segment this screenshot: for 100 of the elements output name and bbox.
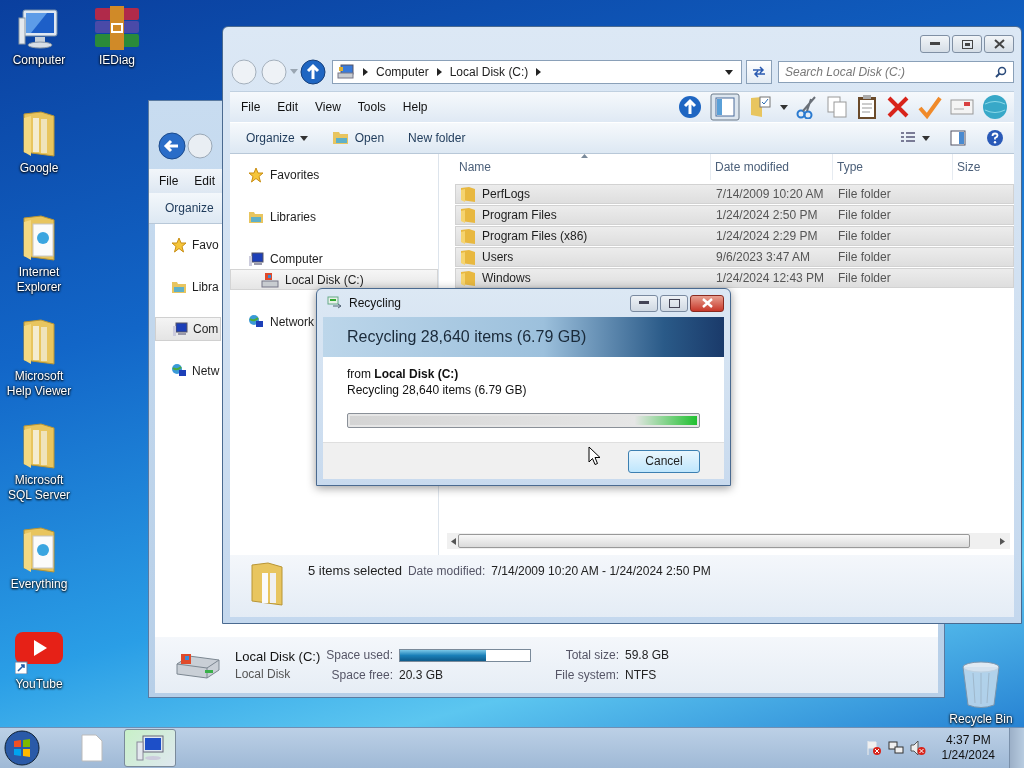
date-cell-text: 1/24/2024 2:29 PM <box>715 229 819 243</box>
menu-item[interactable]: Edit <box>194 174 216 188</box>
back-button[interactable] <box>157 131 187 161</box>
scroll-right-icon[interactable] <box>1000 537 1006 545</box>
horizontal-scrollbar[interactable] <box>447 533 1010 549</box>
maximize-button[interactable] <box>660 294 688 312</box>
column-header[interactable]: Date modified <box>711 154 833 180</box>
field-label: Total size: <box>564 648 619 662</box>
nav-item[interactable]: Computer <box>230 248 438 269</box>
folder-icon[interactable] <box>21 110 57 158</box>
column-header[interactable]: Name <box>455 154 711 180</box>
source-text: from Local Disk (C:) <box>347 367 460 382</box>
column-header[interactable]: Type <box>833 154 953 180</box>
dropdown-icon[interactable] <box>725 69 733 75</box>
refresh-button[interactable] <box>746 60 772 84</box>
nav-item[interactable]: Local Disk (C:) <box>230 269 438 290</box>
desktop-icon-label[interactable]: Microsoft SQL Server <box>2 473 76 503</box>
desktop-icon-label[interactable]: IEDiag <box>80 53 154 68</box>
check-icon[interactable] <box>918 95 942 119</box>
drive-name: Local Disk (C:) <box>235 649 321 664</box>
caret-icon[interactable] <box>922 135 930 141</box>
desktop-icon-label[interactable]: Computer <box>2 53 76 68</box>
nav-item[interactable]: Favo <box>155 233 221 257</box>
menu-item[interactable]: Help <box>402 100 428 114</box>
play-icon[interactable] <box>15 630 63 674</box>
close-button[interactable] <box>690 294 724 312</box>
computer-icon[interactable] <box>17 6 61 50</box>
taskbar-button[interactable] <box>124 729 176 767</box>
view-icon[interactable] <box>900 131 916 145</box>
preview-pane-icon[interactable] <box>950 130 966 146</box>
breadcrumb[interactable]: Local Disk (C:) <box>449 65 529 79</box>
up-button[interactable] <box>300 59 326 85</box>
drive-type: Local Disk <box>235 667 292 681</box>
network-icon[interactable] <box>887 740 904 756</box>
start-button[interactable] <box>4 730 40 766</box>
archive-icon[interactable] <box>93 6 141 50</box>
open-button[interactable]: Open <box>325 128 397 148</box>
nav-item[interactable]: Netw <box>155 359 221 383</box>
folder-icon[interactable] <box>21 526 57 574</box>
file-row[interactable]: Program Files (x86) 1/24/2024 2:29 PM File folder <box>455 226 1014 246</box>
type-cell-text: File folder <box>837 208 892 222</box>
clipboard-icon[interactable] <box>856 94 878 120</box>
nav-item[interactable]: Libra <box>155 275 221 299</box>
help-icon[interactable] <box>986 129 1004 147</box>
clock-date[interactable]: 1/24/2024 <box>941 748 995 763</box>
close-icon <box>993 39 1005 49</box>
folder-icon <box>460 186 476 202</box>
search-field[interactable]: Search Local Disk (C:) <box>778 61 1014 83</box>
nav-item[interactable]: Favorites <box>230 164 438 185</box>
folder-icon[interactable] <box>21 214 57 262</box>
globe-icon[interactable] <box>982 94 1008 120</box>
clock-time[interactable]: 4:37 PM <box>945 733 991 748</box>
cancel-button[interactable]: Cancel <box>628 449 700 473</box>
folder-icon[interactable] <box>21 422 57 470</box>
menu-item[interactable]: View <box>315 100 341 114</box>
address-bar[interactable]: Computer Local Disk (C:) <box>332 60 742 84</box>
file-row[interactable]: PerfLogs 7/14/2009 10:20 AM File folder <box>455 184 1014 204</box>
menu-item[interactable]: File <box>159 174 179 188</box>
muted-speaker-icon[interactable] <box>909 740 926 756</box>
scrollbar-thumb[interactable] <box>457 534 970 548</box>
recycle-bin-icon[interactable] <box>961 661 1001 709</box>
flag-icon[interactable] <box>865 740 882 756</box>
file-name: PerfLogs <box>482 187 531 201</box>
desktop-icon-label[interactable]: Recycle Bin <box>944 712 1018 727</box>
menu-item[interactable]: Tools <box>357 100 386 114</box>
maximize-icon <box>668 298 680 308</box>
globe-icon <box>171 363 187 379</box>
desktop-icon-label[interactable]: Google <box>2 161 76 176</box>
organize-button[interactable]: Organize <box>240 129 320 147</box>
new-folder-button[interactable]: New folder <box>402 129 478 147</box>
menu-item[interactable]: File <box>241 100 261 114</box>
up-icon[interactable] <box>678 95 702 119</box>
folder-icon[interactable] <box>21 318 57 366</box>
minimize-button[interactable] <box>630 294 658 312</box>
delete-icon[interactable] <box>886 95 910 119</box>
selection-summary: 5 items selected <box>308 563 402 578</box>
file-row[interactable]: Program Files 1/24/2024 2:50 PM File folder <box>455 205 1014 225</box>
desktop-icon-label[interactable]: Internet Explorer <box>2 265 76 295</box>
breadcrumb[interactable]: Computer <box>376 65 429 79</box>
maximize-button[interactable] <box>952 35 982 53</box>
file-row[interactable]: Windows 1/24/2024 12:43 PM File folder <box>455 268 1014 288</box>
close-icon <box>701 298 713 308</box>
scissors-icon[interactable] <box>796 95 818 119</box>
field-value: 20.3 GB <box>398 668 444 682</box>
column-header[interactable]: Size <box>953 154 1014 180</box>
organize-button[interactable]: Organize <box>165 201 214 215</box>
desktop-icon-label[interactable]: Microsoft Help Viewer <box>2 369 76 399</box>
nav-item[interactable]: Com <box>155 317 221 341</box>
file-name: Windows <box>482 271 531 285</box>
close-button[interactable] <box>984 35 1014 53</box>
field-label: Space used: <box>326 648 393 662</box>
caret-icon[interactable] <box>780 104 788 110</box>
field-label: File system: <box>554 668 619 682</box>
nav-item[interactable]: Libraries <box>230 206 438 227</box>
status-text: Recycling 28,640 items (6.79 GB) <box>347 383 528 398</box>
file-row[interactable]: Users 9/6/2023 3:47 AM File folder <box>455 247 1014 267</box>
minimize-button[interactable] <box>920 35 950 53</box>
menu-item[interactable]: Edit <box>277 100 299 114</box>
panel-icon[interactable] <box>710 93 740 121</box>
envelope-icon[interactable] <box>950 97 974 117</box>
